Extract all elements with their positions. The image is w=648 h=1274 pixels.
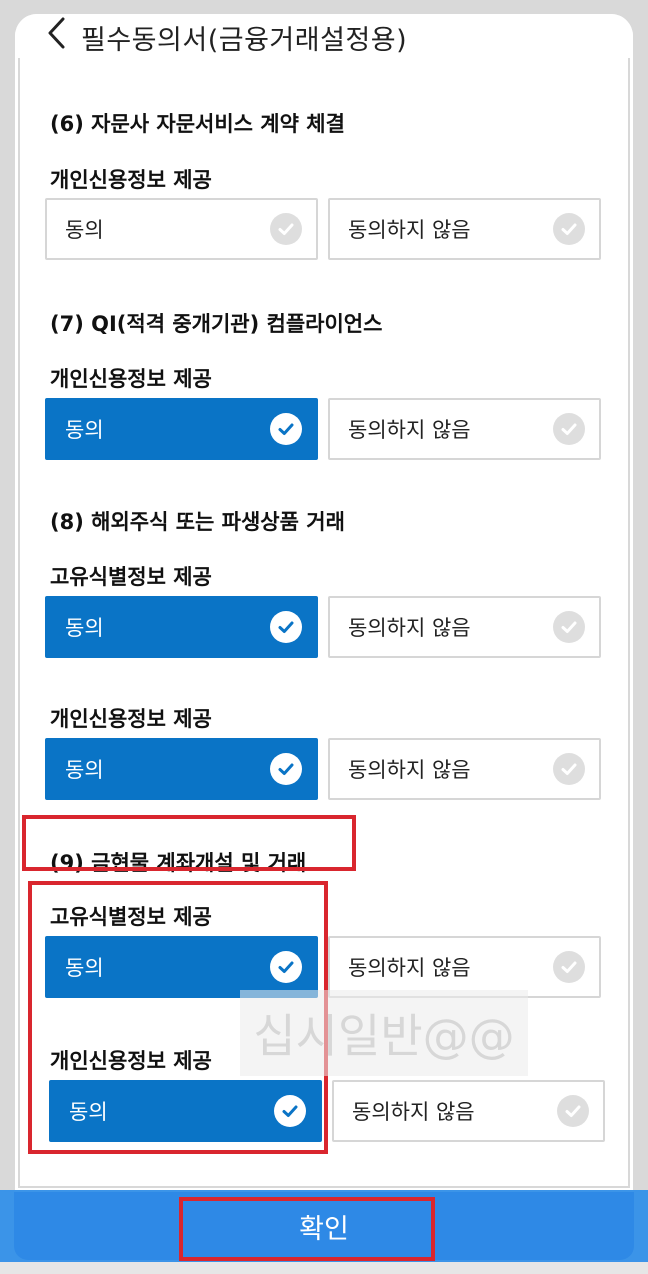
section-8-unique-id-disagree-option[interactable]: 동의하지 않음 <box>328 596 601 658</box>
check-icon <box>270 611 302 643</box>
option-label: 동의 <box>65 758 104 782</box>
check-icon <box>270 753 302 785</box>
section-7-credit-disagree-option[interactable]: 동의하지 않음 <box>328 398 601 460</box>
section-6-title: (6) 자문사 자문서비스 계약 체결 <box>50 112 345 136</box>
back-button[interactable] <box>39 16 73 50</box>
option-label: 동의하지 않음 <box>348 218 471 242</box>
check-icon <box>553 213 585 245</box>
check-icon <box>553 951 585 983</box>
section-8-unique-id-label: 고유식별정보 제공 <box>50 565 212 589</box>
highlight-box-confirm-button <box>179 1197 435 1261</box>
option-label: 동의 <box>65 418 104 442</box>
section-7-credit-label: 개인신용정보 제공 <box>50 367 212 391</box>
section-8-credit-label: 개인신용정보 제공 <box>50 707 212 731</box>
option-label: 동의 <box>65 218 104 242</box>
option-label: 동의 <box>65 616 104 640</box>
section-9-unique-id-disagree-option[interactable]: 동의하지 않음 <box>328 936 601 998</box>
check-icon <box>553 611 585 643</box>
check-icon <box>270 213 302 245</box>
check-icon <box>553 413 585 445</box>
check-icon <box>270 413 302 445</box>
watermark: 십시일반@@ <box>240 990 528 1076</box>
highlight-box-section-9-title <box>22 815 356 871</box>
option-label: 동의하지 않음 <box>352 1100 475 1124</box>
option-label: 동의하지 않음 <box>348 956 471 980</box>
check-icon <box>557 1095 589 1127</box>
system-nav-bar <box>0 1262 648 1274</box>
option-label: 동의하지 않음 <box>348 616 471 640</box>
header: 필수동의서(금융거래설정용) <box>15 14 633 58</box>
page-title: 필수동의서(금융거래설정용) <box>81 25 408 56</box>
option-label: 동의하지 않음 <box>348 418 471 442</box>
section-6-credit-label: 개인신용정보 제공 <box>50 168 212 192</box>
section-9-credit-disagree-option[interactable]: 동의하지 않음 <box>332 1080 605 1142</box>
option-label: 동의하지 않음 <box>348 758 471 782</box>
section-8-credit-agree-option[interactable]: 동의 <box>45 738 318 800</box>
section-8-credit-disagree-option[interactable]: 동의하지 않음 <box>328 738 601 800</box>
chevron-left-icon <box>48 17 65 49</box>
section-7-title: (7) QI(적격 중개기관) 컴플라이언스 <box>50 312 383 336</box>
section-6-credit-disagree-option[interactable]: 동의하지 않음 <box>328 198 601 260</box>
section-8-unique-id-agree-option[interactable]: 동의 <box>45 596 318 658</box>
section-7-credit-agree-option[interactable]: 동의 <box>45 398 318 460</box>
section-6-credit-agree-option[interactable]: 동의 <box>45 198 318 260</box>
section-8-title: (8) 해외주식 또는 파생상품 거래 <box>50 510 345 534</box>
check-icon <box>553 753 585 785</box>
